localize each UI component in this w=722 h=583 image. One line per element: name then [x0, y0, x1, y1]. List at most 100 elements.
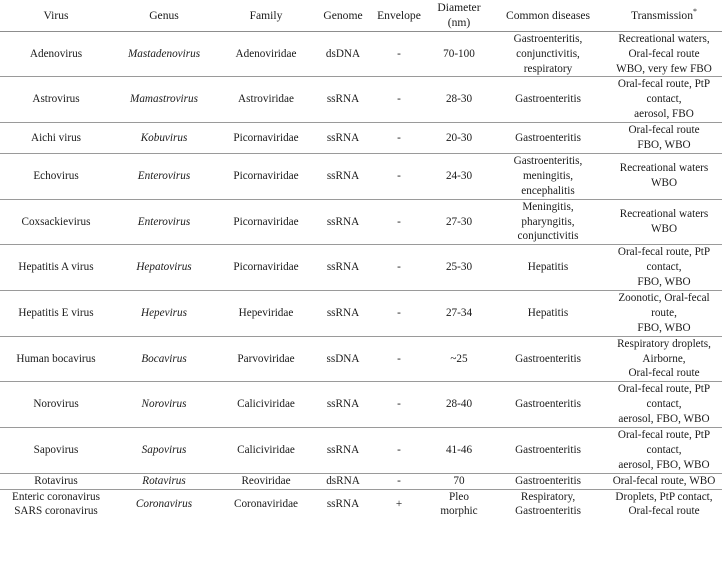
cell-transmission: Oral-fecal route, PtP contact, aerosol, …	[617, 428, 711, 471]
cell-transmission: Oral-fecal route, WBO	[612, 474, 716, 487]
cell-genome: dsRNA	[326, 474, 360, 487]
cell-genome: ssRNA	[326, 443, 360, 456]
table-row: Hepatitis E virus Hepevirus Hepeviridae ssR…	[0, 290, 722, 337]
cell-diseases: Gastroenteritis	[515, 131, 581, 144]
cell-genome: ssRNA	[326, 131, 360, 144]
table-row: Sapovirus Sapovirus Caliciviridae ssRNA - 41-…	[0, 427, 722, 474]
cell-family: Caliciviridae	[237, 443, 295, 456]
cell-genome: ssRNA	[326, 306, 360, 319]
cell-diseases: Gastroenteritis	[515, 443, 581, 456]
table-row: Human bocavirus Bocavirus Parvoviridae ssDN…	[0, 336, 722, 382]
column-header-transmission: Transmission*	[606, 0, 722, 31]
cell-diseases: Respiratory, Gastroenteritis	[515, 490, 581, 518]
cell-family: Parvoviridae	[237, 352, 295, 365]
cell-genome: ssDNA	[326, 352, 360, 365]
cell-family: Picornaviridae	[233, 261, 299, 274]
cell-genome: ssRNA	[326, 497, 360, 510]
cell-diameter: 70	[453, 474, 465, 487]
cell-virus: Coxsackievirus	[21, 215, 91, 228]
cell-diameter: 27-34	[445, 306, 473, 319]
cell-transmission: Droplets, PtP contact, Oral-fecal route	[615, 490, 713, 518]
table-row: Echovirus Enterovirus Picornaviridae ssRNA -…	[0, 153, 722, 200]
table-row: Adenovirus Mastadenovirus Adenoviridae dsDN…	[0, 31, 722, 77]
cell-transmission: Oral-fecal route, PtP contact, FBO, WBO	[617, 246, 711, 289]
cell-diameter: 28-40	[445, 398, 473, 411]
cell-genome: ssRNA	[326, 261, 360, 274]
cell-transmission: Oral-fecal route FBO, WBO	[628, 124, 700, 152]
cell-diameter: 27-30	[445, 215, 473, 228]
cell-diseases: Gastroenteritis	[515, 352, 581, 365]
cell-virus: Rotavirus	[34, 474, 78, 487]
column-header-diameter: Diameter (nm)	[437, 1, 481, 30]
table-header: Virus Genus Family Genome Envelope Diame…	[0, 0, 722, 32]
cell-family: Caliciviridae	[237, 398, 295, 411]
cell-transmission: Recreational waters, Oral-fecal route WB…	[616, 32, 712, 75]
cell-envelope: -	[397, 93, 401, 106]
cell-transmission: Oral-fecal route, PtP contact, aerosol, …	[617, 78, 711, 121]
column-header-diseases: Common diseases	[505, 8, 591, 22]
cell-transmission: Respiratory droplets, Airborne, Oral-fec…	[617, 337, 711, 380]
cell-genus: Sapovirus	[141, 443, 187, 456]
table-row: Aichi virus Kobuvirus Picornaviridae ssRNA -…	[0, 123, 722, 154]
table-body: Adenovirus Mastadenovirus Adenoviridae dsDN…	[0, 31, 722, 519]
cell-envelope: -	[397, 352, 401, 365]
cell-envelope: -	[397, 398, 401, 411]
cell-envelope: +	[395, 497, 403, 510]
cell-genome: ssRNA	[326, 93, 360, 106]
cell-genus: Enterovirus	[137, 215, 191, 228]
cell-genome: ssRNA	[326, 398, 360, 411]
column-header-family: Family	[249, 8, 283, 22]
cell-diseases: Gastroenteritis, conjunctivitis, respira…	[513, 32, 583, 75]
column-header-virus: Virus	[43, 8, 69, 22]
table-row: Coxsackievirus Enterovirus Picornaviridae s…	[0, 199, 722, 245]
footnote-marker: *	[693, 6, 698, 16]
cell-envelope: -	[397, 131, 401, 144]
cell-envelope: -	[397, 47, 401, 60]
virus-characteristics-table: Virus Genus Family Genome Envelope Diame…	[0, 0, 722, 519]
cell-virus: Sapovirus	[33, 443, 79, 456]
cell-genome: ssRNA	[326, 169, 360, 182]
cell-diseases: Gastroenteritis	[515, 398, 581, 411]
cell-genome: ssRNA	[326, 215, 360, 228]
cell-envelope: -	[397, 215, 401, 228]
cell-diameter: 41-46	[445, 443, 473, 456]
cell-transmission: Recreational waters WBO	[619, 162, 709, 190]
cell-diameter: ~25	[450, 352, 468, 365]
cell-diameter: 25-30	[445, 261, 473, 274]
cell-virus: Astrovirus	[32, 93, 80, 106]
cell-virus: Norovirus	[33, 398, 79, 411]
cell-genome: dsDNA	[325, 47, 361, 60]
cell-virus: Hepatitis E virus	[18, 306, 94, 319]
cell-family: Reoviridae	[241, 474, 291, 487]
cell-virus: Human bocavirus	[16, 352, 96, 365]
cell-envelope: -	[397, 443, 401, 456]
cell-genus: Rotavirus	[142, 474, 186, 487]
cell-envelope: -	[397, 474, 401, 487]
cell-diameter: 20-30	[445, 131, 473, 144]
cell-genus: Mastadenovirus	[127, 47, 201, 60]
cell-envelope: -	[397, 261, 401, 274]
column-header-genome: Genome	[323, 8, 363, 22]
cell-genus: Kobuvirus	[140, 131, 188, 144]
cell-envelope: -	[397, 306, 401, 319]
cell-diseases: Gastroenteritis, meningitis, encephaliti…	[513, 154, 583, 197]
table-row: Enteric coronavirus SARS coronavirus Coro…	[0, 489, 722, 519]
cell-family: Astroviridae	[238, 93, 294, 106]
column-header-envelope: Envelope	[377, 8, 421, 22]
column-header-transmission-label: Transmission	[630, 8, 694, 22]
cell-diameter: 28-30	[445, 93, 473, 106]
cell-virus: Enteric coronavirus SARS coronavirus	[12, 490, 100, 518]
cell-virus: Aichi virus	[30, 131, 82, 144]
cell-family: Picornaviridae	[233, 131, 299, 144]
cell-diameter: Pleo morphic	[440, 490, 478, 518]
cell-genus: Enterovirus	[137, 169, 191, 182]
cell-genus: Bocavirus	[141, 352, 187, 365]
table-row: Norovirus Norovirus Caliciviridae ssRNA - 28-…	[0, 382, 722, 428]
cell-transmission: Oral-fecal route, PtP contact, aerosol, …	[617, 383, 711, 426]
cell-family: Coronaviridae	[234, 497, 298, 510]
cell-genus: Norovirus	[141, 398, 187, 411]
cell-diseases: Gastroenteritis	[515, 474, 581, 487]
column-header-genus: Genus	[149, 8, 179, 22]
table-row: Astrovirus Mamastrovirus Astroviridae ssRNA…	[0, 77, 722, 123]
cell-virus: Echovirus	[33, 169, 79, 182]
